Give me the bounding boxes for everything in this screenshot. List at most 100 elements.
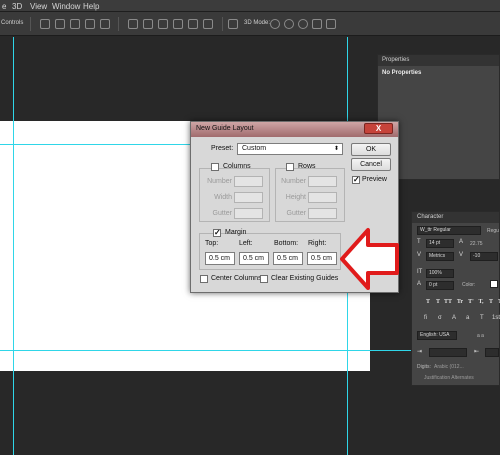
margin-bottom-field[interactable]: 0.5 cm bbox=[273, 252, 303, 265]
dialog-title: New Guide Layout bbox=[196, 125, 254, 132]
vertical-scale-icon: IT bbox=[417, 269, 423, 275]
annotation-arrow-icon bbox=[340, 228, 399, 290]
guide-line bbox=[0, 350, 411, 351]
rows-number-label: Number bbox=[281, 178, 306, 185]
distribute-right-icon[interactable] bbox=[203, 19, 213, 29]
font-size-field[interactable]: 14 pt bbox=[426, 239, 454, 248]
columns-checkbox[interactable] bbox=[211, 163, 219, 171]
swash-icon[interactable]: A bbox=[452, 315, 456, 321]
titling-icon[interactable]: T bbox=[480, 315, 484, 321]
menu-3d[interactable]: 3D bbox=[12, 2, 22, 11]
rows-height-field[interactable] bbox=[308, 192, 337, 203]
antialias-select[interactable]: a a bbox=[477, 333, 484, 339]
leading-field[interactable]: 22.75 bbox=[470, 241, 483, 247]
strikethrough-button[interactable]: T bbox=[496, 299, 500, 308]
distribute-left-icon[interactable] bbox=[173, 19, 183, 29]
margin-right-field[interactable]: 0.5 cm bbox=[307, 252, 337, 265]
kerning-field[interactable]: Metrics bbox=[426, 252, 454, 261]
distribute-top-icon[interactable] bbox=[128, 19, 138, 29]
3d-mode-label: 3D Mode: bbox=[244, 20, 271, 26]
margin-top-label: Top: bbox=[205, 240, 219, 247]
separator bbox=[222, 17, 223, 31]
center-columns-checkbox[interactable] bbox=[200, 275, 208, 283]
all-caps-button[interactable]: TT bbox=[444, 299, 452, 308]
superscript-button[interactable]: T' bbox=[467, 299, 475, 308]
margin-checkbox[interactable]: ✓ bbox=[213, 229, 221, 237]
digits-select[interactable]: Arabic (012... bbox=[434, 364, 464, 370]
small-caps-button[interactable]: Tr bbox=[456, 299, 464, 308]
margin-left-field[interactable]: 0.5 cm bbox=[239, 252, 269, 265]
columns-number-field[interactable] bbox=[234, 176, 263, 187]
close-button[interactable]: X bbox=[364, 123, 393, 134]
character-panel: Character W_ttr Regular Regu T 14 pt A 2… bbox=[411, 211, 500, 386]
vertical-scale-field[interactable]: 100% bbox=[426, 269, 454, 278]
distribute-middle-icon[interactable] bbox=[143, 19, 153, 29]
3d-roll-icon[interactable] bbox=[284, 19, 294, 29]
faux-italic-button[interactable]: T bbox=[434, 299, 442, 308]
rows-height-label: Height bbox=[285, 194, 306, 201]
menu-view[interactable]: View bbox=[30, 2, 47, 11]
preset-select[interactable]: Custom ⬍ bbox=[237, 143, 343, 155]
distribute-center-icon[interactable] bbox=[188, 19, 198, 29]
tracking-field[interactable]: -10 bbox=[470, 252, 498, 261]
rows-number-field[interactable] bbox=[308, 176, 337, 187]
distribute-bottom-icon[interactable] bbox=[158, 19, 168, 29]
subscript-button[interactable]: T, bbox=[477, 299, 485, 308]
preview-checkbox[interactable]: ✓ bbox=[352, 176, 360, 184]
3d-rotate-icon[interactable] bbox=[270, 19, 280, 29]
columns-gutter-label: Gutter bbox=[212, 210, 232, 217]
rows-checkbox[interactable] bbox=[286, 163, 294, 171]
3d-scale-icon[interactable] bbox=[326, 19, 336, 29]
guide-line bbox=[13, 37, 14, 455]
rows-gutter-field[interactable] bbox=[308, 208, 337, 219]
align-middle-icon[interactable] bbox=[55, 19, 65, 29]
character-tab[interactable]: Character bbox=[412, 212, 499, 223]
align-center-icon[interactable] bbox=[100, 19, 110, 29]
justification-alternates-label[interactable]: Justification Alternates bbox=[424, 375, 474, 381]
margin-right-label: Right: bbox=[308, 240, 327, 247]
align-bottom-icon[interactable] bbox=[70, 19, 80, 29]
font-size-icon: T bbox=[417, 239, 421, 245]
color-swatch[interactable] bbox=[490, 280, 498, 288]
columns-width-label: Width bbox=[214, 194, 232, 201]
underline-button[interactable]: T bbox=[487, 299, 495, 308]
menu-help[interactable]: Help bbox=[83, 2, 99, 11]
3d-pan-icon[interactable] bbox=[298, 19, 308, 29]
auto-align-icon[interactable] bbox=[228, 19, 238, 29]
separator bbox=[30, 17, 31, 31]
stylistic-alternates-icon[interactable]: a bbox=[466, 315, 469, 321]
menu-window[interactable]: Window bbox=[52, 2, 80, 11]
cancel-button[interactable]: Cancel bbox=[351, 158, 391, 171]
faux-bold-button[interactable]: T bbox=[424, 299, 432, 308]
separator bbox=[118, 17, 119, 31]
columns-gutter-field[interactable] bbox=[234, 208, 263, 219]
ok-button[interactable]: OK bbox=[351, 143, 391, 156]
columns-label: Columns bbox=[223, 163, 251, 170]
align-left-icon[interactable] bbox=[85, 19, 95, 29]
options-bar: Controls 3D Mode: bbox=[0, 12, 500, 36]
columns-width-field[interactable] bbox=[234, 192, 263, 203]
baseline-shift-field[interactable]: 0 pt bbox=[426, 281, 454, 290]
margin-top-field[interactable]: 0.5 cm bbox=[205, 252, 235, 265]
controls-label: Controls bbox=[1, 20, 24, 26]
columns-number-label: Number bbox=[207, 178, 232, 185]
ligature-icon[interactable]: fi bbox=[424, 315, 427, 321]
3d-slide-icon[interactable] bbox=[312, 19, 322, 29]
properties-tab[interactable]: Properties bbox=[378, 55, 499, 66]
baseline-shift-icon: A bbox=[417, 281, 422, 287]
rows-gutter-label: Gutter bbox=[286, 210, 306, 217]
properties-content: No Properties bbox=[382, 70, 422, 76]
font-family-select[interactable]: W_ttr Regular bbox=[417, 226, 481, 235]
indent-field[interactable] bbox=[429, 348, 467, 357]
font-style-select[interactable]: Regu bbox=[487, 228, 499, 234]
center-columns-label: Center Columns bbox=[211, 275, 262, 282]
preview-label: Preview bbox=[362, 176, 387, 183]
space-field[interactable] bbox=[485, 348, 499, 357]
indent-icon: ⇥ bbox=[417, 349, 423, 355]
language-select[interactable]: English: USA bbox=[417, 331, 457, 340]
clear-guides-checkbox[interactable] bbox=[260, 275, 268, 283]
menu-edit[interactable]: e bbox=[2, 2, 6, 11]
old-style-icon[interactable]: σ bbox=[438, 315, 442, 321]
align-top-icon[interactable] bbox=[40, 19, 50, 29]
ordinals-icon[interactable]: 1st bbox=[492, 315, 500, 321]
